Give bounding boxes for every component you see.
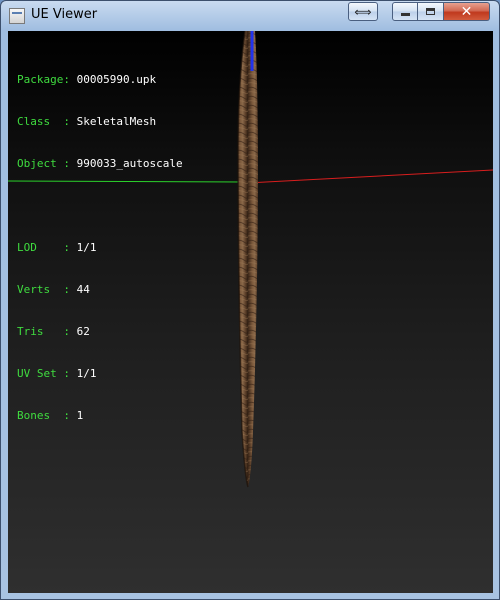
app-window: UE Viewer ⟺ ✕ Package: 00005990.upk Clas… xyxy=(0,0,500,600)
info-row-bones: Bones : 1 xyxy=(17,409,84,422)
maximize-icon xyxy=(426,8,435,15)
title-bar[interactable]: UE Viewer ⟺ ✕ xyxy=(1,1,499,31)
swap-button[interactable]: ⟺ xyxy=(348,2,378,21)
info-row-verts: Verts : 44 xyxy=(17,283,90,296)
info-row-uvset: UV Set : 1/1 xyxy=(17,367,97,380)
swap-arrows-icon: ⟺ xyxy=(354,4,372,19)
info-row-lod: LOD : 1/1 xyxy=(17,241,97,254)
info-row-package: Package: 00005990.upk xyxy=(17,73,157,86)
3d-viewport[interactable]: Package: 00005990.upk Class : SkeletalMe… xyxy=(8,31,493,593)
window-title: UE Viewer xyxy=(31,7,98,22)
app-icon xyxy=(9,8,25,24)
maximize-button[interactable] xyxy=(418,2,444,21)
info-row-object: Object : 990033_autoscale xyxy=(17,157,183,170)
mesh-info-overlay: Package: 00005990.upk Class : SkeletalMe… xyxy=(17,45,183,451)
close-icon: ✕ xyxy=(460,3,473,20)
info-row-class: Class : SkeletalMesh xyxy=(17,115,157,128)
axis-x-line xyxy=(245,169,493,184)
close-button[interactable]: ✕ xyxy=(444,2,490,21)
minimize-icon xyxy=(400,13,410,16)
info-row-tris: Tris : 62 xyxy=(17,325,90,338)
minimize-button[interactable] xyxy=(392,2,418,21)
